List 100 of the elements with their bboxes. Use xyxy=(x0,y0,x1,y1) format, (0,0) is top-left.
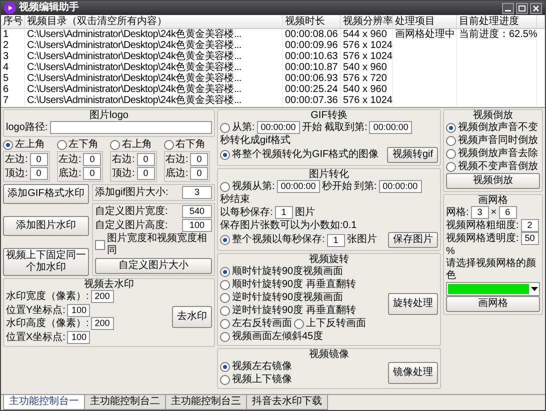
input-field[interactable]: 1 xyxy=(274,206,293,219)
checkbox[interactable]: 图片宽度和视频宽度相同 xyxy=(95,233,212,257)
field-label: 到第: xyxy=(354,180,377,192)
radio-option[interactable]: 逆时针旋转90度 再垂直翻转 xyxy=(220,304,356,316)
column-header[interactable]: 视频时长 xyxy=(283,15,341,28)
group-title: GIF转换 xyxy=(310,110,348,121)
input-field[interactable]: 100 xyxy=(67,331,90,344)
column-header[interactable]: 处理项目 xyxy=(393,15,457,28)
watermark-button[interactable]: 添加GIF格式水印 xyxy=(3,184,89,204)
input-field[interactable]: 2 xyxy=(520,219,539,232)
remove-watermark-button[interactable]: 去水印 xyxy=(172,306,212,328)
radio-option[interactable]: 视频倒放声音去除 xyxy=(446,148,538,160)
input-field[interactable]: 00:00:00 xyxy=(276,180,320,193)
input-field[interactable]: 0 xyxy=(30,153,48,166)
input-field[interactable]: 00:00:00 xyxy=(256,121,300,134)
tab[interactable]: 主功能控制台三 xyxy=(165,395,247,410)
table-cell: 3 xyxy=(3,51,9,62)
field-label: 开始 截取到第: xyxy=(302,122,368,134)
input-field[interactable]: 3 xyxy=(182,186,212,199)
input-field[interactable]: 00:00:00 xyxy=(378,180,422,193)
action-button[interactable]: 旋转处理 xyxy=(388,293,438,315)
group-title: 视频倒放 xyxy=(472,110,514,121)
group-title: 视频去水印 xyxy=(83,279,135,290)
field-label: 张图片 xyxy=(346,234,377,246)
radio-option[interactable]: 顺时针旋转90度 再垂直翻转 xyxy=(220,278,356,290)
color-dropdown[interactable] xyxy=(446,282,540,296)
radio-option[interactable]: 左下角 xyxy=(56,139,98,151)
input-field[interactable]: 0 xyxy=(190,153,208,166)
input-field[interactable]: 200 xyxy=(90,317,114,330)
table-cell: 1 xyxy=(3,29,9,40)
radio-option[interactable]: 顺时针旋转90度视频画面 xyxy=(220,266,344,278)
input-field[interactable]: 0 xyxy=(136,167,155,180)
group-title: 图片转化 xyxy=(308,169,350,180)
field-label: 自定义图片宽度: xyxy=(95,206,168,218)
radio-option[interactable]: 视频从第: xyxy=(220,180,275,192)
radio-option[interactable]: 视频左右镜像 xyxy=(220,360,292,372)
table-cell: C:\Users\Administrator\Desktop\24k色黄金美容楼... xyxy=(27,51,242,62)
input-field[interactable] xyxy=(50,121,212,134)
input-field[interactable]: 00:00:00 xyxy=(369,121,412,134)
radio-option[interactable]: 右上角 xyxy=(110,139,152,151)
radio-option[interactable]: 从第: xyxy=(220,122,255,134)
input-field[interactable]: 3 xyxy=(470,206,489,219)
input-field[interactable]: 540 xyxy=(182,205,212,218)
radio-option[interactable]: 视频不变声音倒放 xyxy=(446,160,538,172)
table-cell: 544 x 960 xyxy=(343,29,387,40)
action-button[interactable]: 镜像处理 xyxy=(388,362,438,384)
radio-option[interactable]: 视频画面左倾斜45度 xyxy=(220,330,324,342)
input-field[interactable]: 0 xyxy=(83,167,102,180)
input-field[interactable]: 0 xyxy=(136,153,155,166)
maximize-icon[interactable] xyxy=(516,2,528,14)
field-label: 添加gif图片大小: xyxy=(95,186,168,198)
radio-option[interactable]: 将整个视频转化为GIF格式的图像 xyxy=(220,149,379,161)
input-field[interactable]: 200 xyxy=(90,290,114,303)
column-header[interactable]: 序号 xyxy=(1,15,25,28)
column-header[interactable]: 视频目录（双击清空所有内容） xyxy=(25,15,283,28)
radio-option[interactable]: 视频上下镜像 xyxy=(220,374,292,386)
input-field[interactable]: 50 xyxy=(520,232,539,245)
radio-option[interactable]: 右下角 xyxy=(164,139,206,151)
input-field[interactable]: 0 xyxy=(190,167,208,180)
input-field[interactable]: 0 xyxy=(30,167,48,180)
group-title: 视频旋转 xyxy=(308,254,350,265)
radio-option[interactable]: 逆时针旋转90度视频画面 xyxy=(220,292,344,304)
table-cell: 576 x 720 xyxy=(343,73,387,84)
field-label: 视频网格透明度: xyxy=(446,232,519,244)
watermark-button[interactable]: 视频上下固定同一个加水印 xyxy=(3,248,89,276)
table-cell: 00:00:25.24 xyxy=(285,84,338,95)
radio-option[interactable]: 左上角 xyxy=(3,139,45,151)
tab[interactable]: 主功能控制台一 xyxy=(3,395,85,410)
radio-option[interactable]: 整个视频以每秒保存: xyxy=(220,234,325,246)
radio-option[interactable]: 上下反转画面 xyxy=(294,318,366,330)
column-header[interactable]: 目前处理进度 xyxy=(457,15,537,28)
action-button[interactable]: 画网格 xyxy=(446,296,540,312)
input-field[interactable]: 1 xyxy=(326,234,345,246)
table-cell: 00:00:07.36 xyxy=(285,95,338,106)
radio-option[interactable]: 视频声音同时倒放 xyxy=(446,134,538,146)
table-cell: C:\Users\Administrator\Desktop\24k色黄金美容楼... xyxy=(27,29,242,40)
dropdown-arrow-icon xyxy=(531,287,538,291)
input-field[interactable]: 6 xyxy=(498,206,517,219)
radio-option[interactable]: 左右反转画面 xyxy=(220,318,292,330)
field-label: 顶边: xyxy=(5,168,28,180)
input-field[interactable]: 100 xyxy=(182,219,212,232)
table-cell: 00:00:10.87 xyxy=(285,62,338,73)
field-label: 秒开始 xyxy=(322,180,352,192)
action-button[interactable]: 视频倒放 xyxy=(446,173,540,189)
minimize-icon[interactable] xyxy=(502,2,514,14)
radio-option[interactable]: 视频倒放声音不变 xyxy=(446,122,538,134)
field-label: 位置X坐标点: xyxy=(6,332,66,344)
table-cell: 00:00:08.06 xyxy=(285,29,338,40)
table-cell: 540 x 960 xyxy=(343,62,387,73)
field-label: 位置Y坐标点: xyxy=(6,304,66,316)
action-button[interactable]: 保存图片 xyxy=(388,232,438,248)
custom-size-button[interactable]: 自定义图片大小 xyxy=(95,258,212,274)
close-icon[interactable] xyxy=(530,2,542,14)
tab[interactable]: 抖音去水印下载 xyxy=(246,395,328,410)
tab[interactable]: 主功能控制台二 xyxy=(84,395,166,410)
column-header[interactable]: 视频分辨率 xyxy=(341,15,393,28)
input-field[interactable]: 100 xyxy=(67,304,90,317)
input-field[interactable]: 0 xyxy=(83,153,102,166)
watermark-button[interactable]: 添加图片水印 xyxy=(3,216,89,236)
action-button[interactable]: 视频转gif xyxy=(387,147,438,163)
